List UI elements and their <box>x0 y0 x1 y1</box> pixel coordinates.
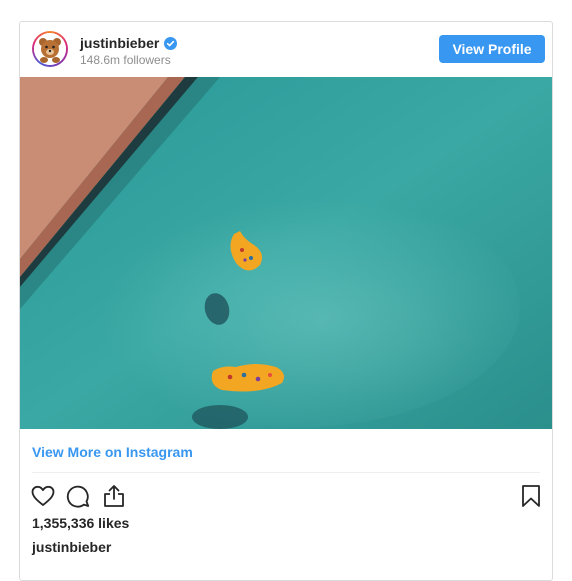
share-icon[interactable] <box>101 483 127 509</box>
post-photo[interactable] <box>20 77 552 429</box>
post-header: justinbieber 148.6m followers View Profi… <box>20 22 552 77</box>
follower-count: 148.6m followers <box>80 53 171 67</box>
avatar[interactable] <box>32 31 68 67</box>
bookmark-icon[interactable] <box>518 483 544 509</box>
caption-username[interactable]: justinbieber <box>32 539 111 555</box>
view-profile-button[interactable]: View Profile <box>439 35 545 63</box>
divider <box>32 472 540 473</box>
like-count: 1,355,336 likes <box>32 515 130 531</box>
username-row: justinbieber <box>80 35 178 51</box>
username[interactable]: justinbieber <box>80 35 159 51</box>
avatar-image <box>34 33 66 65</box>
comment-icon[interactable] <box>65 483 91 509</box>
verified-badge-icon <box>164 36 178 50</box>
post-actions <box>20 480 552 512</box>
instagram-embed-card: justinbieber 148.6m followers View Profi… <box>19 21 553 581</box>
heart-icon[interactable] <box>30 483 56 509</box>
view-more-on-instagram-link[interactable]: View More on Instagram <box>32 444 193 460</box>
